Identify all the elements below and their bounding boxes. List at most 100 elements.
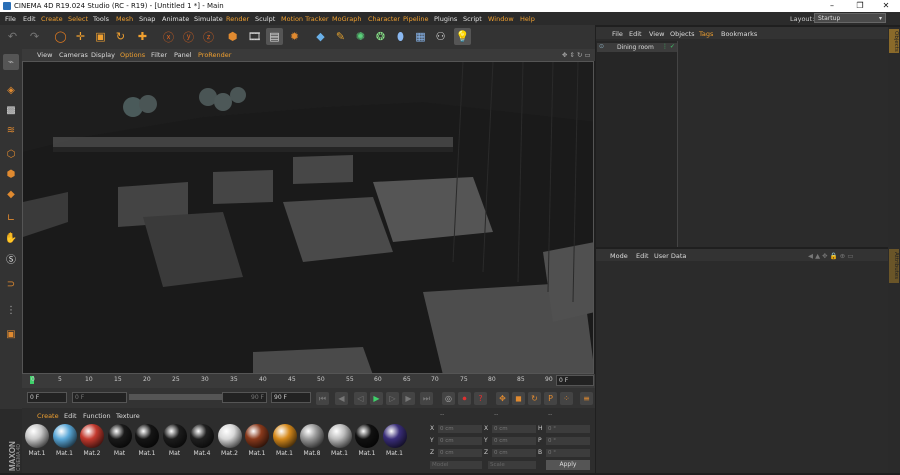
render-view-icon[interactable]: 🎞 xyxy=(246,28,263,45)
frame-range-slider[interactable] xyxy=(129,394,234,400)
position-x-field[interactable]: 0 cm xyxy=(438,425,482,433)
rotation-h-field[interactable]: 0 ° xyxy=(546,425,590,433)
menu-character[interactable]: Character xyxy=(368,15,400,23)
menu-animate[interactable]: Animate xyxy=(162,15,189,23)
material-swatch[interactable]: Mat.1 xyxy=(327,424,353,464)
keyframe-move-icon[interactable]: ✥ xyxy=(496,392,509,405)
material-menu-function[interactable]: Function xyxy=(83,412,111,420)
prev-frame-icon[interactable]: ◁ xyxy=(354,392,367,405)
min-frame-field[interactable]: 0 F xyxy=(72,392,127,403)
viewport-menu-cameras[interactable]: Cameras xyxy=(59,51,88,59)
object-name[interactable]: Dining room xyxy=(617,44,654,51)
timeline-ruler[interactable]: 0 5 10 15 20 25 30 35 40 45 50 55 60 65 … xyxy=(22,374,595,388)
objects-menu-bookmarks[interactable]: Bookmarks xyxy=(721,30,757,38)
next-key-icon[interactable]: ▶ xyxy=(402,392,415,405)
objects-menu-view[interactable]: View xyxy=(649,30,664,38)
viewport-menu-view[interactable]: View xyxy=(37,51,52,59)
start-frame-field[interactable]: 0 F xyxy=(27,392,67,403)
menu-window[interactable]: Window xyxy=(488,15,514,23)
max-frame-field[interactable]: 90 F xyxy=(222,392,267,403)
size-x-field[interactable]: 0 cm xyxy=(492,425,536,433)
keyframe-param-icon[interactable]: P xyxy=(544,392,557,405)
goto-start-icon[interactable]: ⏮ xyxy=(316,392,329,405)
viewport-menu-options[interactable]: Options xyxy=(120,51,145,59)
objects-menu-edit[interactable]: Edit xyxy=(629,30,642,38)
menu-edit[interactable]: Edit xyxy=(23,15,36,23)
menu-tools[interactable]: Tools xyxy=(93,15,109,23)
material-swatch[interactable]: Mat xyxy=(107,424,133,464)
y-axis-icon[interactable]: ⓨ xyxy=(180,28,197,45)
rotation-b-field[interactable]: 0 ° xyxy=(546,449,590,457)
recent-tools-icon[interactable]: ✚ xyxy=(134,28,151,45)
move-icon[interactable]: ✛ xyxy=(72,28,89,45)
material-swatch[interactable]: Mat.8 xyxy=(299,424,325,464)
subdivision-icon[interactable]: ✺ xyxy=(352,28,369,45)
edges-mode-icon[interactable]: ⬢ xyxy=(3,166,19,182)
layout-select[interactable]: Startup ▾ xyxy=(814,13,886,23)
end-frame-field[interactable]: 90 F xyxy=(271,392,311,403)
objects-menu-file[interactable]: File xyxy=(612,30,623,38)
position-y-field[interactable]: 0 cm xyxy=(438,437,482,445)
viewport-menu-display[interactable]: Display xyxy=(91,51,115,59)
pen-icon[interactable]: ✎ xyxy=(332,28,349,45)
material-menu-edit[interactable]: Edit xyxy=(64,412,77,420)
points-mode-icon[interactable]: ⬡ xyxy=(3,146,19,162)
workplane-icon[interactable]: ≋ xyxy=(3,122,19,138)
z-axis-icon[interactable]: ⓩ xyxy=(200,28,217,45)
material-swatch[interactable]: Mat.1 xyxy=(134,424,160,464)
redo-icon[interactable]: ↷ xyxy=(26,28,43,45)
material-swatch[interactable]: Mat.2 xyxy=(217,424,243,464)
menu-mograph[interactable]: MoGraph xyxy=(332,15,362,23)
menu-create[interactable]: Create xyxy=(41,15,63,23)
viewport-nav-icons[interactable]: ✥ ⇕ ↻ ▭ xyxy=(562,51,591,59)
material-swatch[interactable]: Mat.1 xyxy=(52,424,78,464)
menu-help[interactable]: Help xyxy=(520,15,535,23)
material-swatch[interactable]: Mat.4 xyxy=(189,424,215,464)
menu-script[interactable]: Script xyxy=(463,15,482,23)
attributes-menu-user-data[interactable]: User Data xyxy=(654,252,686,260)
attributes-menu-mode[interactable]: Mode xyxy=(610,252,628,260)
autokey-icon[interactable]: ? xyxy=(474,392,487,405)
prev-key-icon[interactable]: ◀ xyxy=(335,392,348,405)
record-active-icon[interactable]: ⏺ xyxy=(458,392,471,405)
tweak-icon[interactable]: ✋ xyxy=(3,230,19,246)
maximize-button[interactable]: ❐ xyxy=(848,1,872,11)
material-swatch[interactable]: Mat.1 xyxy=(354,424,380,464)
attribute-nav-icons[interactable]: ◀ ▲ ✥ 🔒 ⊕ ▭ xyxy=(808,252,853,260)
menu-plugins[interactable]: Plugins xyxy=(434,15,457,23)
3d-viewport[interactable] xyxy=(22,61,594,374)
material-menu-texture[interactable]: Texture xyxy=(116,412,140,420)
record-keys-icon[interactable]: ◎ xyxy=(442,392,455,405)
tab-attributes[interactable]: Attributes xyxy=(889,249,899,283)
live-selection-icon[interactable]: ◯ xyxy=(52,28,69,45)
attributes-menu-edit[interactable]: Edit xyxy=(636,252,649,260)
model-mode-icon[interactable]: ◈ xyxy=(3,82,19,98)
material-menu-create[interactable]: Create xyxy=(37,412,59,420)
keyframe-scale-icon[interactable]: ◼ xyxy=(512,392,525,405)
viewport-menu-prorender[interactable]: ProRender xyxy=(198,51,231,59)
timeline-menu-icon[interactable]: ≡ xyxy=(580,392,593,405)
material-swatch[interactable]: Mat.1 xyxy=(272,424,298,464)
render-picture-viewer-icon[interactable]: ▤ xyxy=(266,28,283,45)
viewport-menu-filter[interactable]: Filter xyxy=(151,51,167,59)
rotate-icon[interactable]: ↻ xyxy=(112,28,129,45)
material-swatch[interactable]: Mat.1 xyxy=(382,424,408,464)
floor-icon[interactable]: ▦ xyxy=(412,28,429,45)
tab-objects[interactable]: Objects xyxy=(889,29,899,53)
menu-file[interactable]: File xyxy=(5,15,16,23)
current-frame-field[interactable]: 0 F xyxy=(556,375,594,386)
apply-button[interactable]: Apply xyxy=(546,460,590,470)
undo-icon[interactable]: ↶ xyxy=(4,28,21,45)
axis-mode-icon[interactable]: ∟ xyxy=(3,210,19,226)
size-y-field[interactable]: 0 cm xyxy=(492,437,536,445)
visibility-check-icon[interactable]: ⋮ ✓ xyxy=(662,43,675,50)
menu-mesh[interactable]: Mesh xyxy=(116,15,133,23)
menu-pipeline[interactable]: Pipeline xyxy=(403,15,428,23)
rotation-p-field[interactable]: 0 ° xyxy=(546,437,590,445)
keyframe-pla-icon[interactable]: ⁘ xyxy=(560,392,573,405)
grid-icon[interactable]: ⋮ xyxy=(3,302,19,318)
magnet-icon[interactable]: ⊃ xyxy=(3,276,19,292)
material-swatch[interactable]: Mat xyxy=(162,424,188,464)
size-z-field[interactable]: 0 cm xyxy=(492,449,536,457)
play-icon[interactable]: ▶ xyxy=(370,392,383,405)
